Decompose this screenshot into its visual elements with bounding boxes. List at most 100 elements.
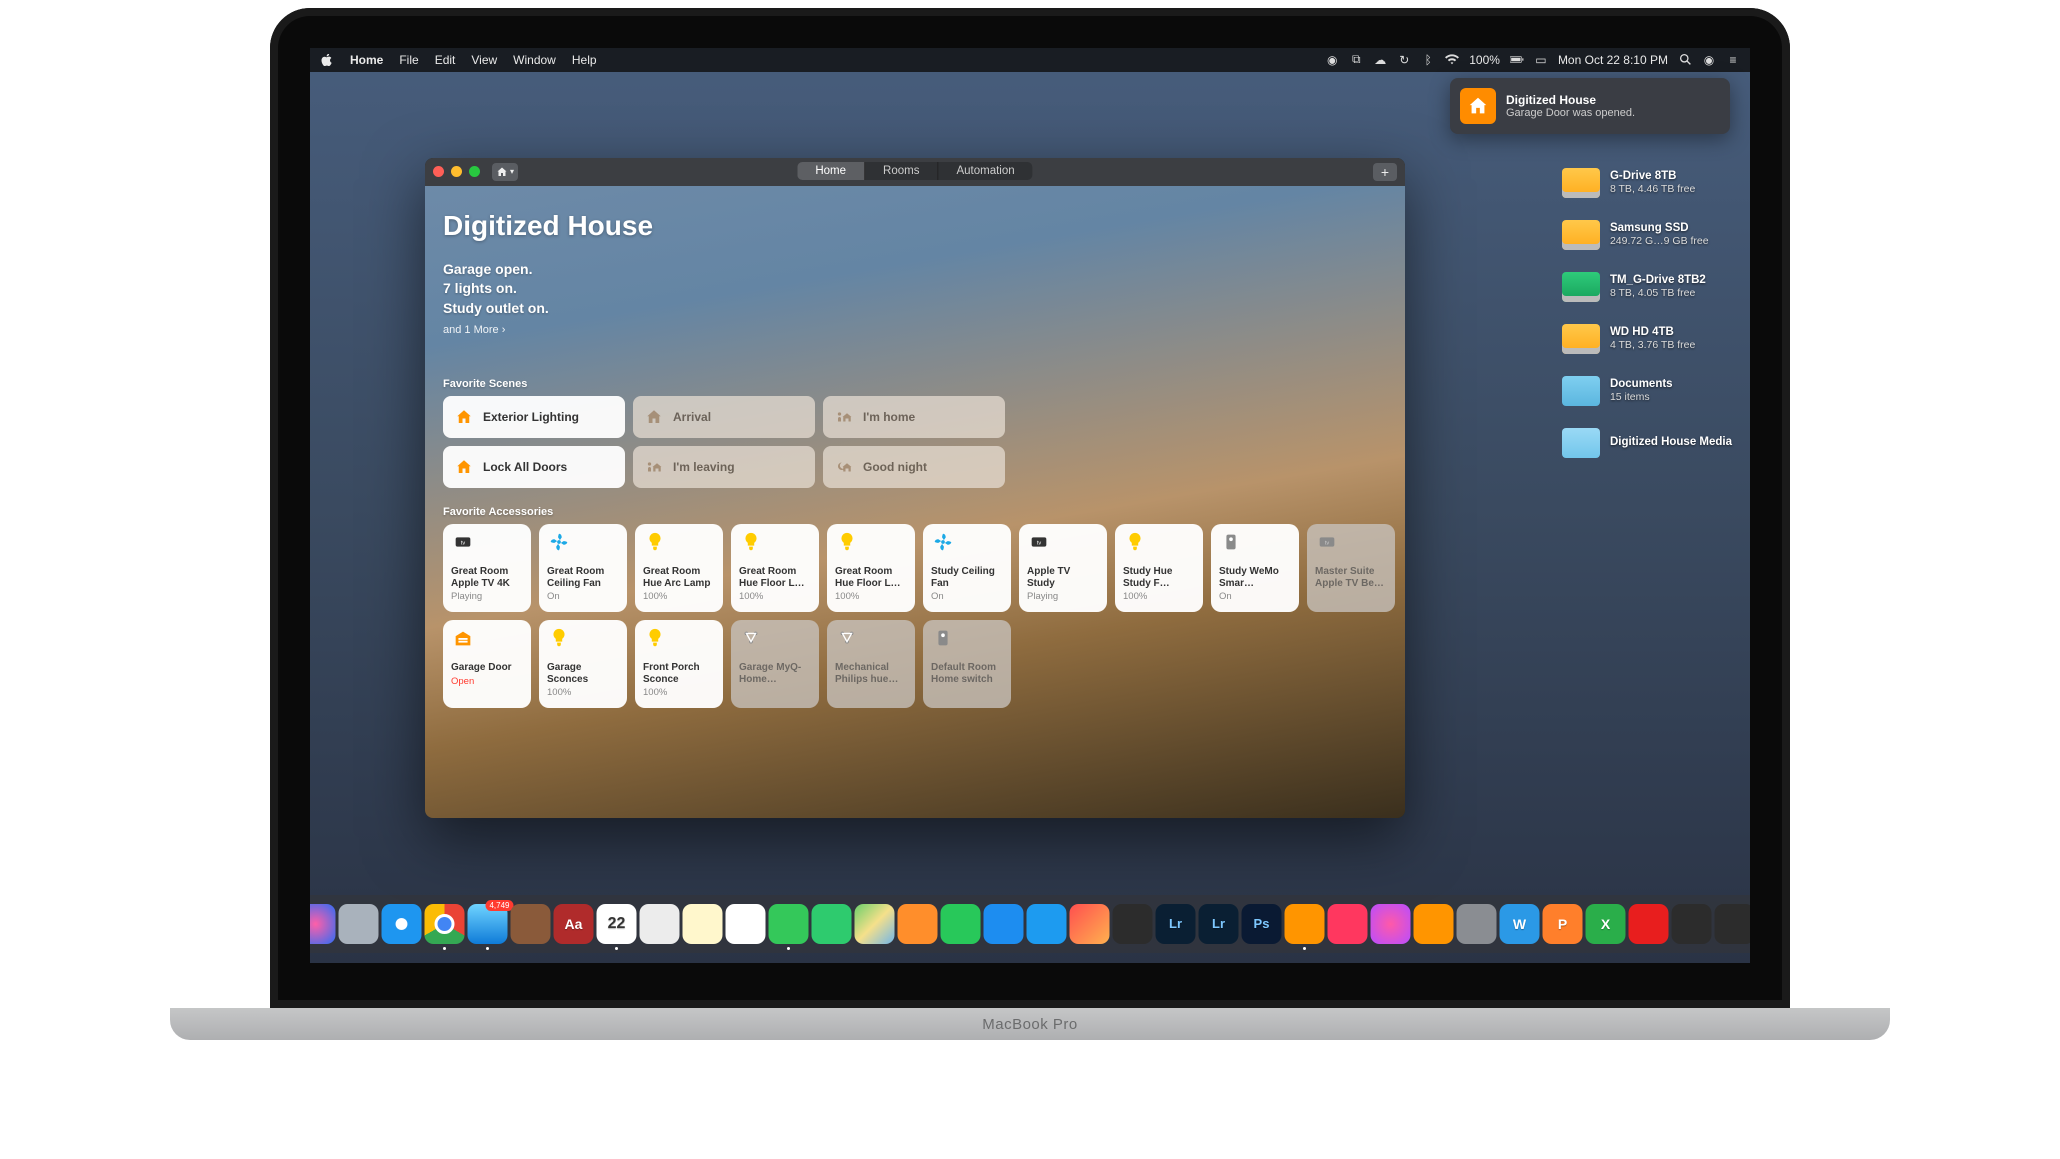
cloud-icon[interactable]: ☁︎ xyxy=(1373,53,1387,67)
control-strip-icon[interactable]: ▭ xyxy=(1534,53,1548,67)
accessory-tile[interactable]: Garage Door Open xyxy=(443,620,531,708)
accessory-name: Master Suite Apple TV Be… xyxy=(1315,566,1387,589)
scene-tile[interactable]: I'm leaving xyxy=(633,446,815,488)
menu-item-window[interactable]: Window xyxy=(513,53,556,67)
desktop-item[interactable]: Samsung SSD 249.72 G…9 GB free xyxy=(1562,220,1732,250)
home-icon xyxy=(1460,88,1496,124)
scene-label: Good night xyxy=(863,460,927,474)
menubar-app-name[interactable]: Home xyxy=(350,53,383,67)
dock-app[interactable] xyxy=(769,904,809,944)
dock-app[interactable] xyxy=(1328,904,1368,944)
notifications-icon[interactable]: ≡ xyxy=(1726,53,1740,67)
dock-app[interactable] xyxy=(310,904,336,944)
fan-icon xyxy=(931,532,955,556)
tab-automation[interactable]: Automation xyxy=(938,162,1032,180)
desktop-item[interactable]: WD HD 4TB 4 TB, 3.76 TB free xyxy=(1562,324,1732,354)
scene-tile[interactable]: Exterior Lighting xyxy=(443,396,625,438)
scene-tile[interactable]: Good night xyxy=(823,446,1005,488)
dock-app[interactable] xyxy=(1629,904,1669,944)
window-close-button[interactable] xyxy=(433,166,444,177)
dock-app[interactable]: X xyxy=(1586,904,1626,944)
dock-app[interactable]: 4,749 xyxy=(468,904,508,944)
dock-app[interactable] xyxy=(1715,904,1751,944)
apple-menu-icon[interactable] xyxy=(320,53,334,67)
desktop-item[interactable]: Documents 15 items xyxy=(1562,376,1732,406)
accessory-tile[interactable]: Mechanical Philips hue… xyxy=(827,620,915,708)
dock-app[interactable] xyxy=(683,904,723,944)
dock-app[interactable] xyxy=(855,904,895,944)
accessory-tile[interactable]: Garage MyQ-Home… xyxy=(731,620,819,708)
dock-app[interactable] xyxy=(1457,904,1497,944)
dock-app[interactable] xyxy=(1113,904,1153,944)
dock-app[interactable] xyxy=(726,904,766,944)
accessory-tile[interactable]: Study Hue Study F… 100% xyxy=(1115,524,1203,612)
menubar-clock[interactable]: Mon Oct 22 8:10 PM xyxy=(1558,53,1668,67)
dock-app[interactable]: Lr xyxy=(1156,904,1196,944)
dock-app[interactable]: 22 xyxy=(597,904,637,944)
dock-app[interactable] xyxy=(1371,904,1411,944)
dock-app[interactable] xyxy=(339,904,379,944)
dock-app[interactable] xyxy=(1070,904,1110,944)
menu-item-help[interactable]: Help xyxy=(572,53,597,67)
toolbar-home-button[interactable]: ▾ xyxy=(492,163,518,181)
tab-rooms[interactable]: Rooms xyxy=(865,162,938,180)
accessory-tile[interactable]: tv Great Room Apple TV 4K Playing xyxy=(443,524,531,612)
window-fullscreen-button[interactable] xyxy=(469,166,480,177)
bulb-icon xyxy=(643,628,667,652)
dock-app[interactable]: P xyxy=(1543,904,1583,944)
tab-home[interactable]: Home xyxy=(797,162,865,180)
dock-app[interactable] xyxy=(511,904,551,944)
accessory-tile[interactable]: Great Room Hue Floor L… 100% xyxy=(827,524,915,612)
spotlight-icon[interactable] xyxy=(1678,53,1692,67)
accessory-tile[interactable]: Great Room Ceiling Fan On xyxy=(539,524,627,612)
desktop-item[interactable]: TM_G-Drive 8TB2 8 TB, 4.05 TB free xyxy=(1562,272,1732,302)
dock-app[interactable] xyxy=(382,904,422,944)
dock-app[interactable]: W xyxy=(1500,904,1540,944)
scene-tile[interactable]: Arrival xyxy=(633,396,815,438)
accessory-tile[interactable]: Great Room Hue Floor L… 100% xyxy=(731,524,819,612)
scene-tile[interactable]: I'm home xyxy=(823,396,1005,438)
menu-item-edit[interactable]: Edit xyxy=(435,53,456,67)
dock-app[interactable] xyxy=(1672,904,1712,944)
accessory-tile[interactable]: Default Room Home switch xyxy=(923,620,1011,708)
eye-icon[interactable]: ◉ xyxy=(1325,53,1339,67)
desktop-item[interactable]: Digitized House Media xyxy=(1562,428,1732,458)
desktop-item[interactable]: G-Drive 8TB 8 TB, 4.46 TB free xyxy=(1562,168,1732,198)
battery-icon[interactable] xyxy=(1510,53,1524,67)
window-minimize-button[interactable] xyxy=(451,166,462,177)
dock-app[interactable] xyxy=(1414,904,1454,944)
wifi-icon[interactable] xyxy=(1445,53,1459,67)
dock-app[interactable]: Aa xyxy=(554,904,594,944)
accessory-tile[interactable]: Great Room Hue Arc Lamp 100% xyxy=(635,524,723,612)
dock-app[interactable] xyxy=(812,904,852,944)
dock-app[interactable] xyxy=(1027,904,1067,944)
display-icon[interactable]: ⧉ xyxy=(1349,53,1363,67)
dock-app[interactable]: Ps xyxy=(1242,904,1282,944)
accessory-tile[interactable]: tv Master Suite Apple TV Be… xyxy=(1307,524,1395,612)
accessory-name: Garage MyQ-Home… xyxy=(739,662,811,685)
dock-app[interactable] xyxy=(640,904,680,944)
dock-app[interactable] xyxy=(425,904,465,944)
dock-app[interactable] xyxy=(898,904,938,944)
home-status-more[interactable]: and 1 More › xyxy=(443,324,1387,336)
accessory-tile[interactable]: Study Ceiling Fan On xyxy=(923,524,1011,612)
add-button[interactable]: + xyxy=(1373,163,1397,181)
accessory-tile[interactable]: Front Porch Sconce 100% xyxy=(635,620,723,708)
dock-app[interactable]: Lr xyxy=(1199,904,1239,944)
scene-tile[interactable]: Lock All Doors xyxy=(443,446,625,488)
dock-app[interactable] xyxy=(984,904,1024,944)
laptop-frame: Home File Edit View Window Help ◉ ⧉ ☁︎ ↻… xyxy=(270,8,1790,1108)
dock-app[interactable] xyxy=(941,904,981,944)
menu-item-file[interactable]: File xyxy=(399,53,418,67)
dock-app[interactable] xyxy=(1285,904,1325,944)
notification-banner[interactable]: Digitized House Garage Door was opened. xyxy=(1450,78,1730,134)
siri-icon[interactable]: ◉ xyxy=(1702,53,1716,67)
accessory-tile[interactable]: tv Apple TV Study Playing xyxy=(1019,524,1107,612)
bluetooth-icon[interactable]: ᛒ xyxy=(1421,53,1435,67)
window-body: Digitized House Garage open. 7 lights on… xyxy=(425,186,1405,818)
accessory-tile[interactable]: Study WeMo Smar… On xyxy=(1211,524,1299,612)
battery-percent[interactable]: 100% xyxy=(1469,53,1500,67)
menu-item-view[interactable]: View xyxy=(471,53,497,67)
accessory-tile[interactable]: Garage Sconces 100% xyxy=(539,620,627,708)
timemachine-icon[interactable]: ↻ xyxy=(1397,53,1411,67)
